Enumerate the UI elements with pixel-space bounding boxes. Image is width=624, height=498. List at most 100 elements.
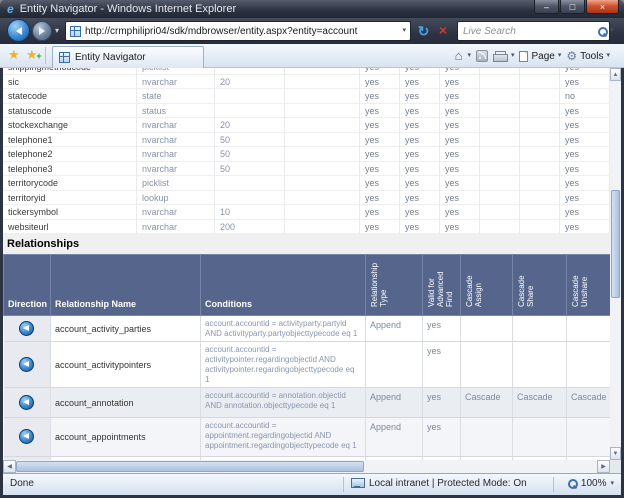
attribute-flag: yes	[560, 220, 610, 235]
cascade-assign: Cascade	[461, 388, 513, 418]
direction-cell	[4, 342, 51, 388]
print-dropdown[interactable]: ▾	[511, 52, 515, 60]
maximize-button[interactable]: □	[560, 0, 585, 14]
attribute-flag: yes	[560, 176, 610, 191]
tools-menu[interactable]: ⚙ Tools ▾	[566, 50, 610, 63]
favorites-center-icon[interactable]: ★	[8, 48, 20, 62]
zoom-dropdown[interactable]: ▾	[610, 480, 614, 488]
attribute-name: sic	[3, 75, 137, 90]
attribute-type: nvarchar	[137, 75, 215, 90]
back-button[interactable]	[7, 19, 30, 42]
attribute-flag: yes	[360, 104, 400, 119]
search-options-dropdown[interactable]: ▾	[610, 27, 614, 35]
direction-back-icon[interactable]	[19, 321, 34, 336]
valid-for-advanced-find: yes	[423, 316, 461, 342]
refresh-button[interactable]: ↻	[414, 21, 433, 41]
col-header-cascade-unshare: Cascade Unshare	[567, 255, 611, 316]
vertical-scroll-thumb[interactable]	[611, 190, 620, 298]
add-favorite-icon[interactable]: ★+	[26, 48, 38, 62]
attribute-length: 50	[215, 133, 285, 148]
attribute-flag: yes	[400, 191, 440, 206]
direction-back-icon[interactable]	[19, 357, 34, 372]
page-icon	[519, 51, 528, 62]
attribute-length: 50	[215, 162, 285, 177]
attribute-type: nvarchar	[137, 220, 215, 235]
relationship-name: account_activity_parties	[51, 316, 201, 342]
valid-for-advanced-find: yes	[423, 388, 461, 418]
address-input[interactable]	[81, 23, 402, 39]
cascade-unshare	[567, 418, 611, 457]
relationship-row: account_activitypointers account.account…	[4, 342, 611, 388]
direction-back-icon[interactable]	[19, 429, 34, 444]
attribute-row: stockexchange nvarchar 20 yes yes yes ye…	[3, 118, 610, 133]
attribute-flag: yes	[560, 75, 610, 90]
vertical-scrollbar[interactable]: ▲ ▼	[610, 68, 621, 460]
col-header-relationship-type: Relationship Type	[366, 255, 423, 316]
valid-for-advanced-find: yes	[423, 342, 461, 388]
cascade-share	[513, 316, 567, 342]
col-header-relationship-name: Relationship Name	[51, 255, 201, 316]
feeds-icon[interactable]	[476, 50, 488, 62]
attribute-row: websiteurl nvarchar 200 yes yes yes yes	[3, 220, 610, 235]
address-history-dropdown[interactable]: ▾	[402, 27, 406, 35]
scroll-up-button[interactable]: ▲	[610, 68, 621, 81]
attribute-flag: yes	[560, 118, 610, 133]
relationship-row: account_activity_parties account.account…	[4, 316, 611, 342]
attribute-length: 50	[215, 147, 285, 162]
attribute-flag: yes	[440, 162, 480, 177]
attribute-length	[215, 89, 285, 104]
attribute-flag: yes	[400, 176, 440, 191]
attribute-flag: yes	[360, 75, 400, 90]
col-header-cascade-assign: Cascade Assign	[461, 255, 513, 316]
attribute-length	[215, 104, 285, 119]
attribute-flag: yes	[360, 162, 400, 177]
attribute-type: nvarchar	[137, 133, 215, 148]
attribute-flag: yes	[400, 147, 440, 162]
tab-title: Entity Navigator	[75, 52, 146, 63]
zone-text: Local intranet | Protected Mode: On	[369, 478, 527, 489]
horizontal-scrollbar[interactable]: ◀ ▶	[3, 460, 610, 473]
attribute-flag: yes	[400, 205, 440, 220]
home-dropdown[interactable]: ▾	[467, 52, 471, 60]
attribute-flag: yes	[400, 75, 440, 90]
page-menu[interactable]: Page ▾	[519, 51, 561, 62]
attribute-flag: yes	[560, 205, 610, 220]
relationship-conditions: account.accountid = appointment.regardin…	[201, 418, 366, 457]
security-zone: Local intranet | Protected Mode: On	[351, 478, 527, 489]
search-magnifier-icon[interactable]	[598, 27, 607, 36]
gear-icon: ⚙	[566, 50, 577, 63]
scroll-down-button[interactable]: ▼	[610, 447, 621, 460]
attribute-flag: yes	[360, 118, 400, 133]
print-icon[interactable]	[493, 51, 506, 62]
minimize-button[interactable]: –	[534, 0, 559, 14]
relationship-type: Append	[366, 418, 423, 457]
direction-back-icon[interactable]	[19, 395, 34, 410]
scroll-right-button[interactable]: ▶	[597, 460, 610, 473]
attribute-name: territorycode	[3, 176, 137, 191]
attribute-flag: yes	[400, 220, 440, 235]
forward-button[interactable]	[32, 21, 52, 41]
recent-pages-dropdown[interactable]: ▾	[55, 27, 59, 35]
attribute-length	[215, 191, 285, 206]
tab-favicon-icon	[59, 52, 70, 63]
search-input[interactable]	[463, 23, 595, 39]
stop-button[interactable]: ×	[434, 21, 452, 41]
address-bar: ▾	[65, 21, 411, 41]
horizontal-scroll-thumb[interactable]	[16, 461, 364, 472]
tools-menu-dropdown: ▾	[606, 52, 610, 60]
toolbar-separator	[45, 47, 46, 64]
page-menu-dropdown: ▾	[558, 52, 562, 60]
zoom-control[interactable]: 100% ▾	[568, 478, 614, 489]
attribute-name: telephone2	[3, 147, 137, 162]
attribute-name: websiteurl	[3, 220, 137, 235]
scroll-left-button[interactable]: ◀	[3, 460, 16, 473]
home-icon[interactable]: ⌂	[455, 49, 463, 63]
attribute-flag: yes	[440, 89, 480, 104]
relationship-type: Append	[366, 388, 423, 418]
title-bar: e Entity Navigator - Windows Internet Ex…	[0, 0, 624, 18]
relationship-row: account_annotation account.accountid = a…	[4, 388, 611, 418]
search-box: ▾	[457, 21, 610, 41]
zoom-magnifier-icon	[568, 479, 577, 488]
close-button[interactable]: ×	[586, 0, 619, 14]
tab-entity-navigator[interactable]: Entity Navigator	[52, 46, 204, 68]
